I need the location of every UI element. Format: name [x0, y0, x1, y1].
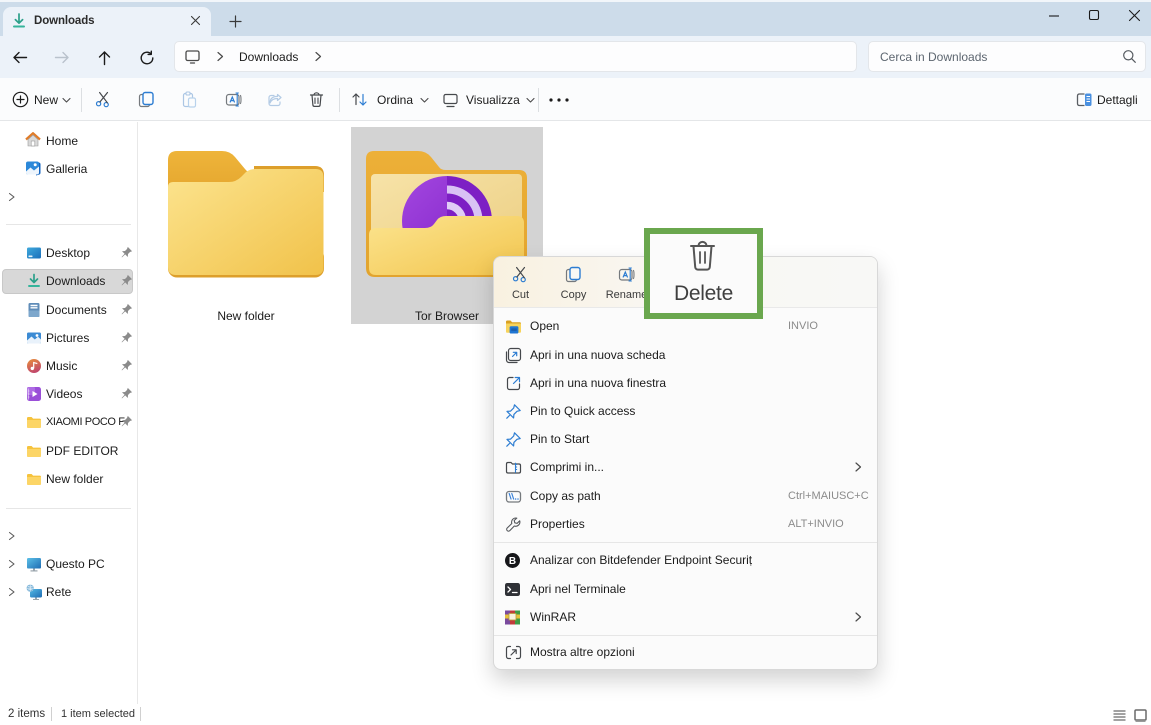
svg-text:B: B [509, 556, 516, 567]
